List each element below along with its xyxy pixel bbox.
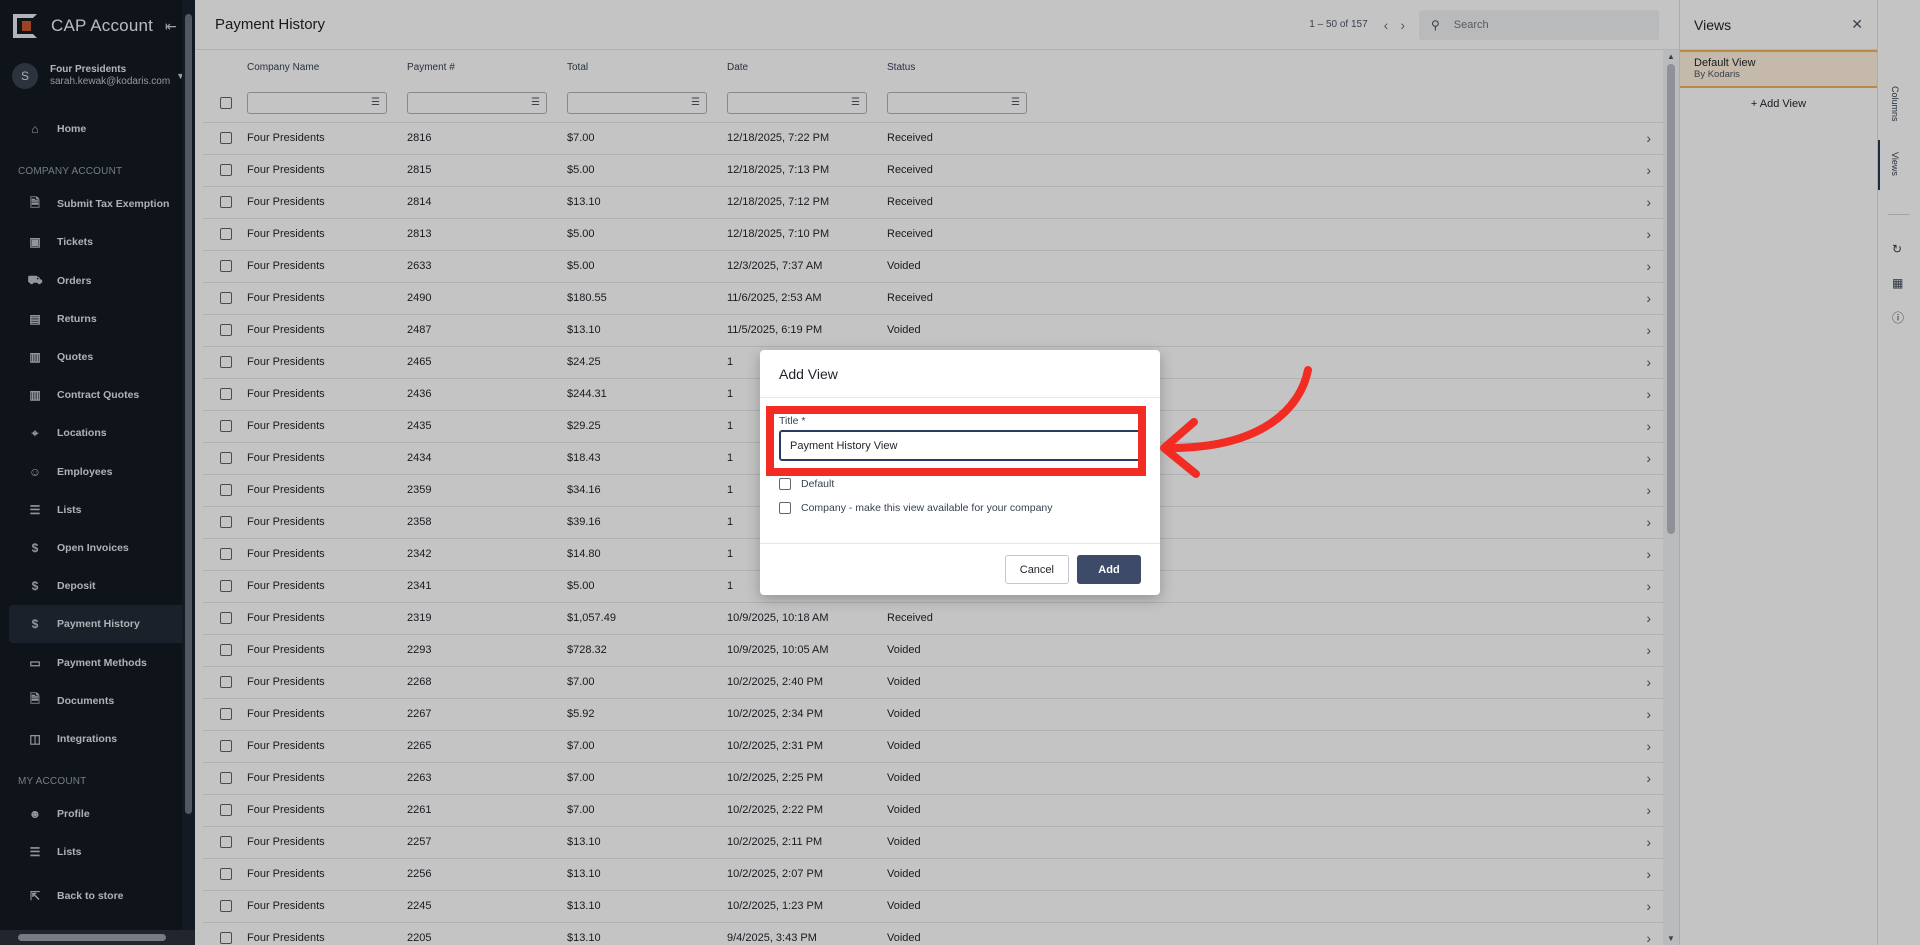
company-option[interactable]: Company - make this view available for y… <box>779 502 1141 514</box>
company-checkbox[interactable] <box>779 502 791 514</box>
add-button[interactable]: Add <box>1077 555 1141 584</box>
company-checkbox-label: Company - make this view available for y… <box>801 502 1053 514</box>
default-option[interactable]: Default <box>779 478 1141 490</box>
highlight-box <box>766 406 1146 476</box>
app-root: CAP Account ⇤ S Four Presidents sarah.ke… <box>0 0 1920 945</box>
default-checkbox[interactable] <box>779 478 791 490</box>
dialog-title: Add View <box>760 350 1160 398</box>
cancel-button[interactable]: Cancel <box>1004 555 1069 584</box>
default-checkbox-label: Default <box>801 478 835 490</box>
dialog-footer: Cancel Add <box>760 543 1160 595</box>
pointer-arrow-icon <box>1160 366 1312 478</box>
